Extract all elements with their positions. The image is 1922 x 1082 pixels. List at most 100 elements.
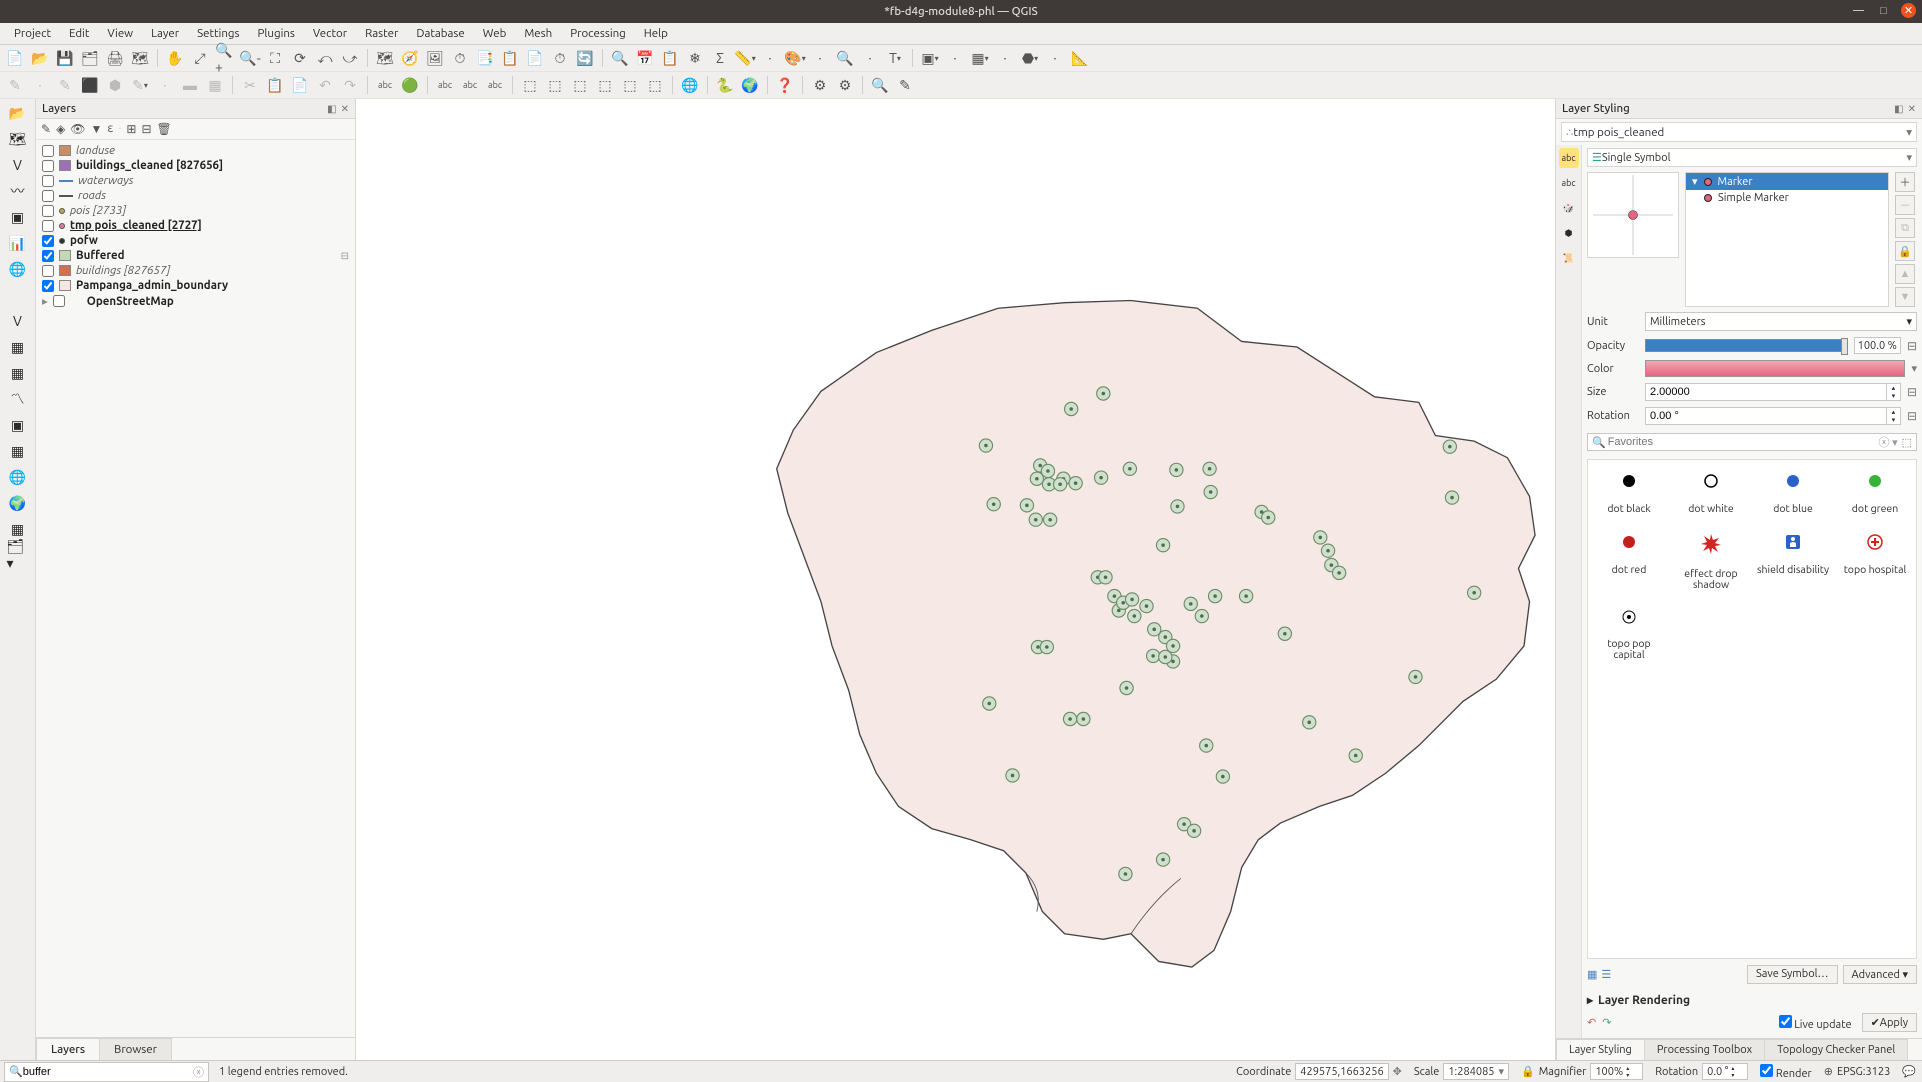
remove-layer-icon[interactable]: 🗑: [157, 122, 172, 136]
toolbar-button[interactable]: ✎: [894, 74, 916, 96]
menu-settings[interactable]: Settings: [189, 25, 247, 42]
toolbar-button[interactable]: ·: [944, 47, 966, 69]
menu-vector[interactable]: Vector: [305, 25, 355, 42]
toolbar-button[interactable]: ⏱: [449, 47, 471, 69]
layer-visibility-checkbox[interactable]: [42, 205, 54, 217]
favorite-symbol[interactable]: dot blue: [1752, 460, 1834, 521]
toolbar-button[interactable]: ⬣: [1019, 47, 1041, 69]
layer-row[interactable]: landuse: [40, 143, 351, 158]
toolbar-button[interactable]: 📄: [524, 47, 546, 69]
toolbar-button[interactable]: T: [884, 47, 906, 69]
toolbar-button[interactable]: ·: [29, 74, 51, 96]
panel-tab-layers[interactable]: Layers: [36, 1038, 100, 1060]
duplicate-symbol-layer-icon[interactable]: ⧉: [1895, 218, 1915, 238]
toolbar-button[interactable]: ⬚: [569, 74, 591, 96]
left-strip-button[interactable]: [7, 284, 29, 306]
size-override-icon[interactable]: ⊟: [1907, 385, 1917, 399]
toolbar-button[interactable]: ⬚: [619, 74, 641, 96]
menu-project[interactable]: Project: [6, 25, 59, 42]
toolbar-button[interactable]: ⬚: [544, 74, 566, 96]
add-symbol-layer-icon[interactable]: ＋: [1895, 172, 1915, 192]
toolbar-button[interactable]: Σ: [709, 47, 731, 69]
left-strip-button[interactable]: 〰: [7, 180, 29, 202]
layer-rendering-header[interactable]: ▸Layer Rendering: [1587, 993, 1917, 1007]
toolbar-button[interactable]: 🎨: [784, 47, 806, 69]
toolbar-button[interactable]: 📅: [634, 47, 656, 69]
layer-visibility-checkbox[interactable]: [42, 160, 54, 172]
toolbar-button[interactable]: 🔍: [609, 47, 631, 69]
panel-undock-icon[interactable]: ◧: [327, 103, 336, 115]
right-tab[interactable]: Processing Toolbox: [1644, 1039, 1765, 1060]
menu-plugins[interactable]: Plugins: [250, 25, 303, 42]
toolbar-button[interactable]: 🗺: [374, 47, 396, 69]
favorites-search[interactable]: 🔍 ⓧ ▾ ⬚: [1587, 433, 1917, 451]
live-update-checkbox[interactable]: Live update: [1779, 1015, 1852, 1031]
toolbar-button[interactable]: 🧭: [399, 47, 421, 69]
toolbar-button[interactable]: ⚙: [809, 74, 831, 96]
panel-close-icon[interactable]: ✕: [1908, 103, 1916, 115]
layer-visibility-checkbox[interactable]: [42, 145, 54, 157]
toolbar-button[interactable]: 🗺: [129, 47, 151, 69]
toolbar-button[interactable]: 🖼: [424, 47, 446, 69]
toolbar-button[interactable]: 📏: [734, 47, 756, 69]
symbol-tree[interactable]: ▾Marker Simple Marker: [1685, 172, 1889, 307]
toolbar-button[interactable]: ·: [994, 47, 1016, 69]
favorite-symbol[interactable]: topo pop capital: [1588, 597, 1670, 667]
visibility-icon[interactable]: 👁: [70, 122, 85, 136]
left-strip-button[interactable]: ▦: [7, 362, 29, 384]
filter-icon[interactable]: ▼: [91, 122, 103, 136]
layer-row[interactable]: pois [2733]: [40, 203, 351, 218]
toolbar-button[interactable]: ·: [154, 74, 176, 96]
layer-row[interactable]: waterways: [40, 173, 351, 188]
toolbar-button[interactable]: ⬚: [644, 74, 666, 96]
layer-visibility-checkbox[interactable]: [42, 175, 54, 187]
toolbar-button[interactable]: abc: [459, 74, 481, 96]
toolbar-button[interactable]: ⬚: [594, 74, 616, 96]
crs-label[interactable]: EPSG:3123: [1837, 1066, 1890, 1078]
toolbar-button[interactable]: ⤻: [339, 47, 361, 69]
toolbar-button[interactable]: ▬: [179, 74, 201, 96]
left-strip-button[interactable]: 📂: [7, 102, 29, 124]
toolbar-button[interactable]: ✋: [164, 47, 186, 69]
opacity-slider[interactable]: [1645, 339, 1848, 352]
left-strip-button[interactable]: ▦: [7, 440, 29, 462]
toolbar-button[interactable]: 📑: [474, 47, 496, 69]
toolbar-button[interactable]: ⚙: [834, 74, 856, 96]
menu-database[interactable]: Database: [408, 25, 472, 42]
left-strip-button[interactable]: 🌍: [7, 492, 29, 514]
toolbar-button[interactable]: ·: [809, 47, 831, 69]
styling-tab[interactable]: abc: [1559, 148, 1579, 168]
expression-icon[interactable]: ε: [107, 122, 113, 136]
left-strip-button[interactable]: V: [7, 154, 29, 176]
toolbar-button[interactable]: 🖨: [104, 47, 126, 69]
styling-tab[interactable]: abc: [1559, 173, 1579, 193]
toolbar-button[interactable]: 🔍: [869, 74, 891, 96]
menu-layer[interactable]: Layer: [143, 25, 187, 42]
right-tab[interactable]: Layer Styling: [1556, 1039, 1645, 1060]
toolbar-button[interactable]: 📄: [289, 74, 311, 96]
panel-undock-icon[interactable]: ◧: [1894, 103, 1903, 115]
size-input[interactable]: ▴▾: [1645, 383, 1901, 401]
menu-edit[interactable]: Edit: [61, 25, 97, 42]
menu-help[interactable]: Help: [636, 25, 676, 42]
layer-visibility-checkbox[interactable]: [42, 190, 54, 202]
styling-layer-selector[interactable]: ∴ tmp pois_cleaned▾: [1561, 122, 1917, 142]
locator-search[interactable]: 🔍ⓧ: [4, 1062, 209, 1082]
toolbar-button[interactable]: abc: [374, 74, 396, 96]
favorite-symbol[interactable]: effect drop shadow: [1670, 521, 1752, 597]
toolbar-button[interactable]: 📋: [264, 74, 286, 96]
add-group-icon[interactable]: ◈: [56, 122, 65, 136]
styling-tab[interactable]: ⬢: [1559, 223, 1579, 243]
left-strip-button[interactable]: 🌐: [7, 258, 29, 280]
toolbar-button[interactable]: 🔍+: [214, 47, 236, 69]
toolbar-button[interactable]: ⤺: [314, 47, 336, 69]
toolbar-button[interactable]: ⛶: [264, 47, 286, 69]
render-checkbox[interactable]: Render: [1760, 1064, 1811, 1080]
left-strip-button[interactable]: ▣: [7, 206, 29, 228]
toolbar-button[interactable]: 📋: [499, 47, 521, 69]
map-canvas[interactable]: [356, 99, 1555, 1060]
undo-style-icon[interactable]: ↶: [1587, 1016, 1596, 1029]
maximize-icon[interactable]: □: [1876, 3, 1891, 18]
toolbar-button[interactable]: 🔍-: [239, 47, 261, 69]
favorite-symbol[interactable]: dot black: [1588, 460, 1670, 521]
